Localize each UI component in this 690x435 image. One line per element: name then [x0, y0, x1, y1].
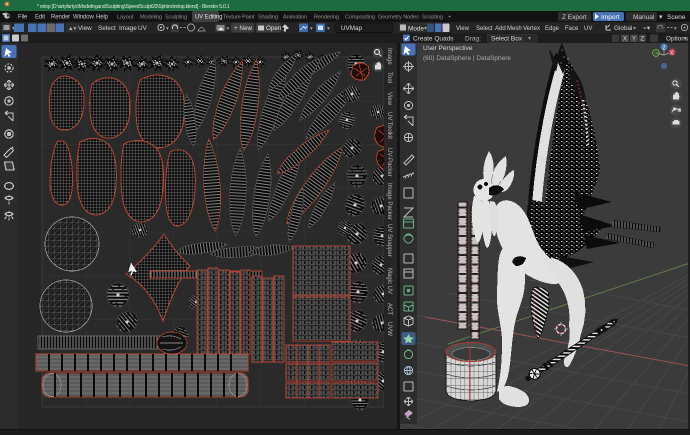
- svg-text:▲▾: ▲▾: [68, 26, 76, 32]
- svg-text:▾: ▾: [227, 26, 230, 32]
- svg-text:UV Toolkit: UV Toolkit: [386, 112, 392, 139]
- svg-text:User Perspective: User Perspective: [423, 45, 473, 52]
- svg-text:Global: Global: [614, 25, 632, 32]
- svg-text:UV-Packer: UV-Packer: [386, 148, 392, 177]
- svg-text:Create Quads: Create Quads: [413, 36, 454, 43]
- svg-text:Render: Render: [51, 15, 70, 21]
- svg-text:Layout: Layout: [117, 15, 134, 21]
- svg-text:Rendering: Rendering: [314, 15, 339, 21]
- svg-text:Add: Add: [495, 26, 506, 32]
- svg-text:▾: ▾: [674, 26, 677, 32]
- svg-text:Window: Window: [73, 15, 95, 21]
- svg-text:(60) DataSphere | DataSphere: (60) DataSphere | DataSphere: [423, 55, 511, 62]
- svg-text:Z: Z: [641, 37, 645, 43]
- svg-text:Manual: Manual: [633, 14, 655, 21]
- svg-text:Image Packer: Image Packer: [386, 183, 392, 220]
- svg-text:Scripting: Scripting: [422, 15, 443, 21]
- svg-text:UV Snapper: UV Snapper: [386, 224, 392, 257]
- svg-text:Vertex: Vertex: [523, 26, 540, 32]
- svg-text:Drag:: Drag:: [465, 36, 481, 43]
- svg-text:Z Export: Z Export: [562, 14, 587, 21]
- svg-text:UVW: UVW: [386, 322, 392, 336]
- svg-text:Magic UV: Magic UV: [386, 268, 392, 294]
- svg-text:Y: Y: [632, 37, 636, 43]
- svg-text:UV: UV: [584, 26, 592, 32]
- svg-text:+ New: + New: [234, 25, 252, 32]
- svg-text:▾: ▾: [684, 36, 687, 42]
- svg-text:▾: ▾: [659, 14, 663, 21]
- svg-text:+: +: [448, 15, 451, 21]
- svg-text:View: View: [456, 26, 470, 32]
- svg-text:Select: Select: [476, 26, 493, 32]
- svg-text:▾: ▾: [310, 26, 313, 32]
- svg-text:UV Editing: UV Editing: [195, 15, 222, 21]
- svg-text:Select: Select: [98, 25, 116, 32]
- svg-text:Select Box: Select Box: [491, 36, 523, 43]
- svg-text:▾: ▾: [528, 36, 531, 42]
- svg-text:Sculpting: Sculpting: [165, 15, 187, 21]
- svg-text:File: File: [18, 15, 28, 21]
- svg-text:Z: Z: [663, 46, 666, 52]
- svg-text:Import: Import: [601, 14, 620, 21]
- svg-text:Geometry Nodes: Geometry Nodes: [378, 15, 419, 21]
- svg-text:▾: ▾: [327, 26, 330, 32]
- svg-text:UVMap: UVMap: [341, 25, 362, 32]
- svg-text:⌁▾: ⌁▾: [643, 25, 651, 32]
- svg-text:Tool: Tool: [386, 72, 392, 83]
- svg-text:▾: ▾: [633, 26, 636, 32]
- svg-text:Animation: Animation: [283, 15, 307, 21]
- svg-text:Image: Image: [386, 48, 392, 65]
- svg-text:Modeling: Modeling: [140, 15, 162, 21]
- svg-text:▾: ▾: [166, 26, 169, 32]
- svg-text:ACT: ACT: [386, 303, 392, 315]
- svg-text:▾: ▾: [424, 26, 427, 32]
- svg-text:Shading: Shading: [258, 15, 278, 21]
- svg-text:Image: Image: [119, 25, 137, 32]
- svg-text:Mesh: Mesh: [507, 26, 522, 32]
- svg-text:View: View: [386, 92, 392, 106]
- svg-text:X: X: [623, 37, 627, 43]
- svg-text:UV: UV: [138, 25, 148, 32]
- svg-text:Mode: Mode: [408, 26, 424, 33]
- svg-text:View: View: [78, 25, 92, 32]
- svg-text:Texture Paint: Texture Paint: [223, 15, 255, 21]
- svg-text:Face: Face: [565, 26, 579, 32]
- svg-text:Help: Help: [96, 15, 109, 21]
- svg-text:* retop [D:\artyfartys\Modelin: * retop [D:\artyfartys\ModelingandSculpt…: [37, 4, 230, 10]
- svg-text:Compositing: Compositing: [345, 15, 375, 21]
- svg-text:Open: Open: [266, 25, 282, 32]
- svg-text:Edit: Edit: [35, 15, 45, 21]
- svg-text:Edge: Edge: [545, 26, 560, 32]
- svg-text:Scene: Scene: [667, 14, 686, 21]
